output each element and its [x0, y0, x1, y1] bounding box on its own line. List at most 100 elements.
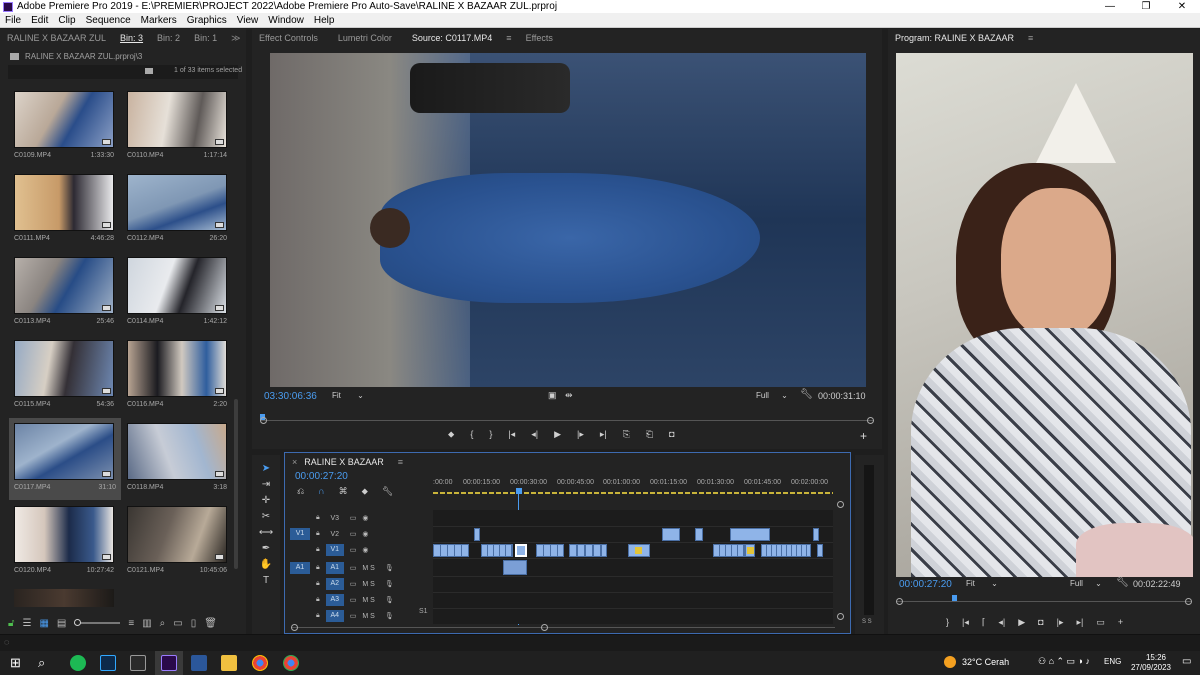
sort-icon[interactable]: ≡	[128, 618, 134, 629]
source-patch-v1[interactable]: V1	[290, 528, 310, 540]
system-tray-icons[interactable]: ⚇ ⌂ ⌃ ▭ ◑ ♪	[1038, 656, 1090, 667]
type-tool-icon[interactable]: T	[263, 575, 269, 586]
go-to-out-icon[interactable]: ▸|	[600, 429, 607, 440]
source-video-frame[interactable]	[270, 53, 866, 387]
insert-icon[interactable]: ⎘	[623, 429, 630, 440]
lock-icon[interactable]: 🔒︎	[316, 580, 320, 588]
weather-icon[interactable]	[944, 656, 956, 668]
menu-sequence[interactable]: Sequence	[81, 15, 136, 26]
solo-labels[interactable]: S S	[862, 619, 872, 625]
program-timecode[interactable]: 00:00:27:20	[899, 579, 952, 590]
list-view-icon[interactable]: ☰	[22, 618, 31, 629]
eye-icon[interactable]: ◉	[362, 530, 368, 538]
razor-icon[interactable]: ✂	[262, 511, 270, 522]
lock-icon[interactable]: 🔒︎	[316, 564, 320, 572]
play-icon[interactable]: ▶	[554, 429, 561, 440]
go-to-out-icon[interactable]: ▸|	[1076, 617, 1083, 628]
toggle-sync-icon[interactable]: ▭	[350, 514, 357, 522]
eye-icon[interactable]: ◉	[362, 514, 368, 522]
tab-sequence[interactable]: RALINE X BAZAAR	[304, 457, 391, 467]
camera-icon[interactable]: ◘	[669, 429, 674, 440]
automate-icon[interactable]: ▥	[142, 618, 151, 629]
clip-item[interactable]: C0110.MP4 1:17:14	[127, 91, 232, 159]
tab-effect-controls[interactable]: Effect Controls	[252, 33, 325, 43]
mark-out-icon[interactable]: }	[946, 617, 949, 628]
zoom-handle-left[interactable]	[896, 598, 903, 605]
tab-effects[interactable]: Effects	[519, 33, 560, 43]
clock-time[interactable]: 15:26	[1136, 653, 1176, 662]
toggle-sync-icon[interactable]: ▭	[350, 612, 357, 620]
weather-text[interactable]: 32°C Cerah	[962, 657, 1009, 667]
microphone-icon[interactable]: 🎙︎	[385, 596, 394, 604]
zoom-slider[interactable]	[74, 619, 121, 626]
source-patch-a1[interactable]: A1	[290, 562, 310, 574]
clip-item[interactable]: C0114.MP4 1:42:12	[127, 257, 232, 325]
tab-source[interactable]: Source: C0117.MP4	[405, 33, 499, 43]
playhead[interactable]	[952, 595, 957, 601]
clip-item[interactable]: C0111.MP4 4:46:28	[14, 174, 119, 242]
nest-icon[interactable]: ⎌	[297, 486, 304, 497]
new-item-icon[interactable]: ▯	[191, 618, 197, 629]
spotify-icon[interactable]	[70, 655, 86, 671]
ripple-edit-icon[interactable]: ✛	[262, 495, 270, 506]
audio-clip[interactable]	[503, 560, 527, 575]
mute-solo-label[interactable]: M S	[362, 565, 374, 572]
search-icon[interactable]: ⌕	[38, 655, 45, 671]
menu-graphics[interactable]: Graphics	[182, 15, 232, 26]
lift-icon[interactable]: ⌈	[982, 617, 986, 628]
track-select-icon[interactable]: ⇥	[262, 479, 270, 490]
mute-solo-label[interactable]: M S	[362, 597, 374, 604]
mark-in-icon[interactable]: {	[470, 429, 473, 440]
toggle-sync-icon[interactable]: ▭	[350, 546, 357, 554]
zoom-handle-right[interactable]	[867, 417, 874, 424]
menu-file[interactable]: File	[0, 15, 26, 26]
tab-bin-2[interactable]: Bin: 2	[150, 33, 187, 43]
clip-item[interactable]: C0109.MP4 1:33:30	[14, 91, 119, 159]
zoom-handle-left[interactable]	[260, 417, 267, 424]
close-button[interactable]: ✕	[1164, 0, 1200, 13]
menu-window[interactable]: Window	[263, 15, 309, 26]
clip-item[interactable]: C0112.MP4 26:20	[127, 174, 232, 242]
hand-tool-icon[interactable]: ✋	[260, 559, 272, 570]
video-clip[interactable]	[662, 528, 680, 541]
toggle-sync-icon[interactable]: ▭	[350, 564, 357, 572]
vertical-zoom-handle[interactable]	[837, 613, 844, 620]
selection-tool-icon[interactable]: ➤	[262, 463, 270, 474]
clip-item[interactable]: C0120.MP4 10:27:42	[14, 506, 119, 574]
zoom-handle-right[interactable]	[541, 624, 548, 631]
icon-view-icon[interactable]: ▦	[39, 618, 48, 629]
mark-out-icon[interactable]: }	[489, 429, 492, 440]
time-ruler[interactable]: :00:00 00:00:15:00 00:00:30:00 00:00:45:…	[433, 479, 833, 499]
source-resolution-select[interactable]: Full ⌄	[756, 391, 788, 400]
drag-video-icon[interactable]: ▣	[548, 390, 557, 401]
video-clip[interactable]	[569, 544, 607, 557]
pen-tool-icon[interactable]: ✒	[262, 543, 270, 554]
word-icon[interactable]	[191, 655, 207, 671]
minimize-button[interactable]: —	[1092, 0, 1128, 13]
tab-project[interactable]: RALINE X BAZAAR ZUL	[0, 33, 113, 43]
zoom-handle-left[interactable]	[291, 624, 298, 631]
vertical-zoom-handle[interactable]	[837, 501, 844, 508]
program-time-ruler[interactable]	[896, 595, 1192, 607]
track-area[interactable]	[433, 510, 833, 624]
lock-icon[interactable]: 🔓︎	[8, 618, 14, 629]
video-clip[interactable]	[713, 544, 745, 557]
step-forward-icon[interactable]: |▸	[577, 429, 584, 440]
clip-item[interactable]: C0116.MP4 2:20	[127, 340, 232, 408]
track-label[interactable]: A4	[325, 610, 344, 622]
lock-icon[interactable]: 🔒︎	[316, 612, 320, 620]
video-clip[interactable]	[433, 544, 469, 557]
slip-tool-icon[interactable]: ⟷	[259, 527, 273, 538]
step-back-icon[interactable]: ◂|	[998, 617, 1005, 628]
source-zoom-select[interactable]: Fit ⌄	[332, 391, 364, 400]
microphone-icon[interactable]: 🎙︎	[385, 564, 394, 572]
trash-icon[interactable]: 🗑︎	[204, 618, 217, 629]
video-clip-selected[interactable]	[515, 544, 527, 557]
microphone-icon[interactable]: 🎙︎	[385, 580, 394, 588]
add-marker-icon[interactable]: ⬥	[448, 429, 454, 440]
clip-item[interactable]: C0115.MP4 54:36	[14, 340, 119, 408]
video-clip[interactable]	[761, 544, 811, 557]
lock-icon[interactable]: 🔒︎	[316, 596, 320, 604]
timeline-settings-icon[interactable]: 🔧︎	[382, 486, 393, 497]
video-clip[interactable]	[730, 528, 770, 541]
